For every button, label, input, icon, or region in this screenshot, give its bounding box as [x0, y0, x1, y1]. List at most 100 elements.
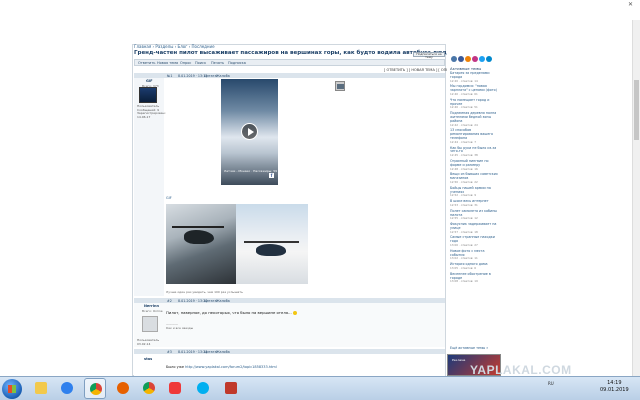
sidebar-topic-meta: 12:45 · ответов: 38 — [450, 153, 478, 158]
sidebar-topic-item[interactable]: Вещи из бывших советских магазинов 12:50 … — [450, 172, 500, 184]
facebook-icon[interactable]: f — [269, 173, 274, 178]
breadcrumb[interactable]: Главная › Разделы › Блог › Последние — [134, 44, 215, 49]
report-button[interactable]: Жалоба — [216, 299, 230, 303]
sidebar-topic-item[interactable]: Самые странные находки года 13:00 · ответ… — [450, 236, 500, 247]
video-embed[interactable]: Летчик - Монако · Пассажиры: 59 f — [221, 79, 278, 185]
sidebar-topic-item[interactable]: Мы гордимся: "новая зарплата" с ценами (… — [450, 85, 500, 96]
username[interactable]: Nerrinn — [144, 304, 159, 308]
more-topics-link[interactable]: Ещё активные темы » — [450, 346, 488, 350]
quote-button[interactable]: Цитата — [204, 74, 217, 78]
post-link[interactable]: http://www.yaplakal.com/forum2/topic1858… — [185, 365, 277, 369]
username[interactable]: GiF — [146, 79, 152, 83]
sidebar-topic-item[interactable]: Что помещает город и прочее 12:40 · ответ… — [450, 98, 500, 110]
toolbar-poll[interactable]: Опрос — [180, 61, 191, 65]
subscribe-button[interactable]: Подписаться на тему — [413, 52, 445, 59]
post-header: №1 8.01.2019 · 13:15 Цитата Жалоба — [134, 73, 445, 78]
report-button[interactable]: Жалоба — [216, 74, 230, 78]
quote-button[interactable]: Цитата — [204, 350, 217, 354]
sidebar-topic-item[interactable]: Батарея за пределами города 12:20 · ответ… — [450, 71, 500, 83]
system-tray: RU — [548, 381, 554, 386]
media-player-icon[interactable] — [56, 378, 78, 399]
chrome-icon[interactable] — [84, 378, 106, 399]
helicopter-photo-2[interactable] — [236, 204, 308, 284]
sidebar-topic-item[interactable]: Бойцы нашей армии на учениях 12:52 · отве… — [450, 186, 500, 198]
avatar[interactable] — [139, 87, 157, 103]
facebook-icon[interactable] — [458, 56, 464, 62]
toolbar-reply[interactable]: Ответить — [138, 61, 155, 65]
odnoklassniki-icon[interactable] — [465, 56, 471, 62]
rotor-shape — [244, 241, 299, 243]
sidebar-topic-title: Подземная деревня полна жителями бедной … — [450, 111, 497, 123]
sidebar-topic-meta: 12:48 · ответов: 16 — [450, 166, 478, 171]
clock-date: 09.01.2019 — [600, 387, 629, 393]
sidebar-topic-item[interactable]: Подземная деревня полна жителями бедной … — [450, 111, 500, 127]
user-status: Всего: Online — [142, 309, 163, 313]
user-info: Пользователь Сообщений: 9 Зарегистрирова… — [137, 104, 166, 119]
sidebar-topic-item[interactable]: Весеннее обострение в городе 13:08 · отве… — [450, 272, 500, 284]
close-icon[interactable]: ✕ — [628, 1, 638, 8]
sidebar-topic-meta: 12:20 · ответов: 14 — [450, 78, 478, 83]
avatar[interactable] — [142, 316, 158, 332]
instagram-icon[interactable] — [472, 56, 478, 62]
app-red-icon[interactable] — [220, 378, 242, 399]
report-button[interactable]: Жалоба — [216, 350, 230, 354]
post-number[interactable]: №1 — [167, 74, 173, 78]
start-button[interactable] — [2, 379, 22, 399]
scrollbar-thumb[interactable] — [634, 80, 639, 140]
sidebar-topic-meta: 12:53 · ответов: 31 — [450, 202, 478, 207]
vivaldi-icon[interactable] — [164, 378, 186, 399]
toolbar-print[interactable]: Печать — [211, 61, 224, 65]
sidebar-topic-item[interactable]: Новое фото с места события 13:02 · ответо… — [450, 249, 500, 261]
post-body: stas Было уже http://www.yaplakal.com/fo… — [134, 354, 445, 376]
toolbar-subscribe[interactable]: Подписка — [228, 61, 246, 65]
gif-link[interactable]: GIF — [166, 196, 172, 200]
post-message: Пилот, наверное, до некоторых, что было … — [166, 310, 297, 315]
sidebar-topic-item[interactable]: Как бы руки не было из-за чего-то 12:45 ·… — [450, 146, 500, 158]
explorer-icon[interactable] — [30, 378, 52, 399]
active-topics-list: Батарея за пределами города 12:20 · ответ… — [450, 71, 500, 286]
sidebar-topic-title: Фокусник задерживает на улице — [450, 222, 497, 230]
sidebar-topic-item[interactable]: 13 способов ремонтирования вашего телефо… — [450, 129, 500, 144]
rating-icon[interactable] — [335, 81, 345, 91]
browser-tab-strip: ✕ — [0, 0, 640, 20]
sidebar-topic-item[interactable]: Огромный пингвин по форме и размеру 12:48… — [450, 158, 500, 171]
post-body: Nerrinn Всего: Online Пользователь 03.02… — [134, 303, 445, 347]
sidebar-topic-item[interactable]: История одного дома 13:05 · ответов: 6 — [450, 262, 500, 271]
page-navigation[interactable]: [ ОТВЕТИТЬ ] [ НОВАЯ ТЕМА ] [ ОПРОС ] — [384, 68, 456, 72]
chrome-alt-icon[interactable] — [138, 378, 160, 399]
toolbar-new-topic[interactable]: Новая тема — [157, 61, 178, 65]
quote-button[interactable]: Цитата — [204, 299, 217, 303]
helicopter-shape — [256, 244, 286, 256]
helicopter-photo-1[interactable] — [166, 204, 236, 284]
social-icons — [451, 56, 493, 64]
sidebar-topic-title: Огромный пингвин по форме и размеру — [450, 158, 489, 167]
telegram-icon[interactable] — [486, 56, 492, 62]
skype-icon[interactable] — [192, 378, 214, 399]
twitter-icon[interactable] — [479, 56, 485, 62]
sidebar-topic-item[interactable]: Полет самолета из кабины пилота 12:55 · о… — [450, 209, 500, 221]
sidebar-topic-item[interactable]: В шоке весь интернет 12:53 · ответов: 31 — [450, 199, 500, 208]
sidebar-topic-meta: 13:02 · ответов: 11 — [450, 256, 478, 261]
sidebar-topic-meta: 12:40 · ответов: 51 — [450, 105, 478, 110]
sidebar-topic-title: Вещи из бывших советских магазинов — [450, 172, 498, 181]
sidebar-topic-meta: 12:44 · ответов: 7 — [450, 139, 477, 144]
firefox-icon[interactable] — [112, 378, 134, 399]
post-message-text: Пилот, наверное, до некоторых, что было … — [166, 310, 292, 315]
clock[interactable]: 14:19 09.01.2019 — [600, 380, 629, 394]
post-number[interactable]: #3 — [167, 350, 172, 354]
thread-toolbar: Ответить Новая тема Опрос Поиск Печать П… — [134, 59, 445, 66]
sidebar-topic-item[interactable]: Фокусник задерживает на улице 12:57 · отв… — [450, 222, 500, 234]
language-indicator[interactable]: RU — [548, 381, 554, 386]
post-message-text: Было уже — [166, 365, 186, 369]
play-icon[interactable] — [241, 123, 258, 140]
sidebar-topic-meta: 12:50 · ответов: 22 — [450, 179, 478, 184]
toolbar-search[interactable]: Поиск — [195, 61, 206, 65]
vk-icon[interactable] — [451, 56, 457, 62]
post-number[interactable]: #2 — [167, 299, 172, 303]
sidebar-topic-meta: 12:42 · ответов: 24 — [450, 122, 478, 127]
rotor-shape — [172, 226, 224, 228]
username[interactable]: stas — [144, 357, 152, 361]
page-scrollbar[interactable] — [632, 20, 640, 376]
smiley-icon — [292, 311, 297, 315]
post-message: Было уже http://www.yaplakal.com/forum2/… — [166, 365, 277, 369]
